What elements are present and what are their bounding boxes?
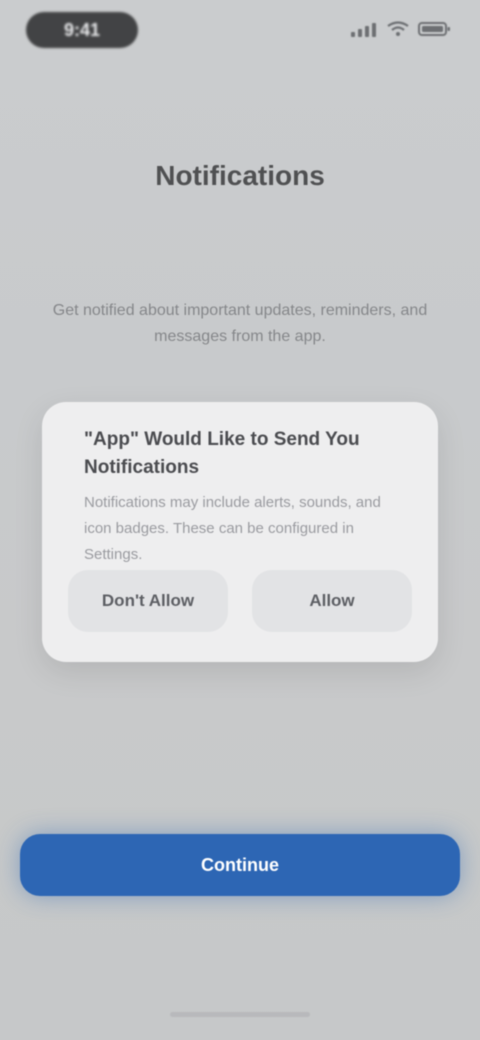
permission-screen: 9:41 Notifications Get notified about im…: [0, 0, 480, 1040]
dont-allow-button[interactable]: Don't Allow: [68, 570, 228, 632]
dialog-title: "App" Would Like to Send You Notificatio…: [84, 429, 360, 478]
dialog-message: Notifications may include alerts, sounds…: [84, 494, 381, 563]
continue-button[interactable]: Continue: [20, 834, 460, 896]
dialog-buttons: Don't Allow Allow: [68, 570, 412, 632]
home-indicator: [170, 1012, 310, 1017]
allow-button[interactable]: Allow: [252, 570, 412, 632]
notification-permission-dialog: "App" Would Like to Send You Notificatio…: [42, 402, 438, 662]
